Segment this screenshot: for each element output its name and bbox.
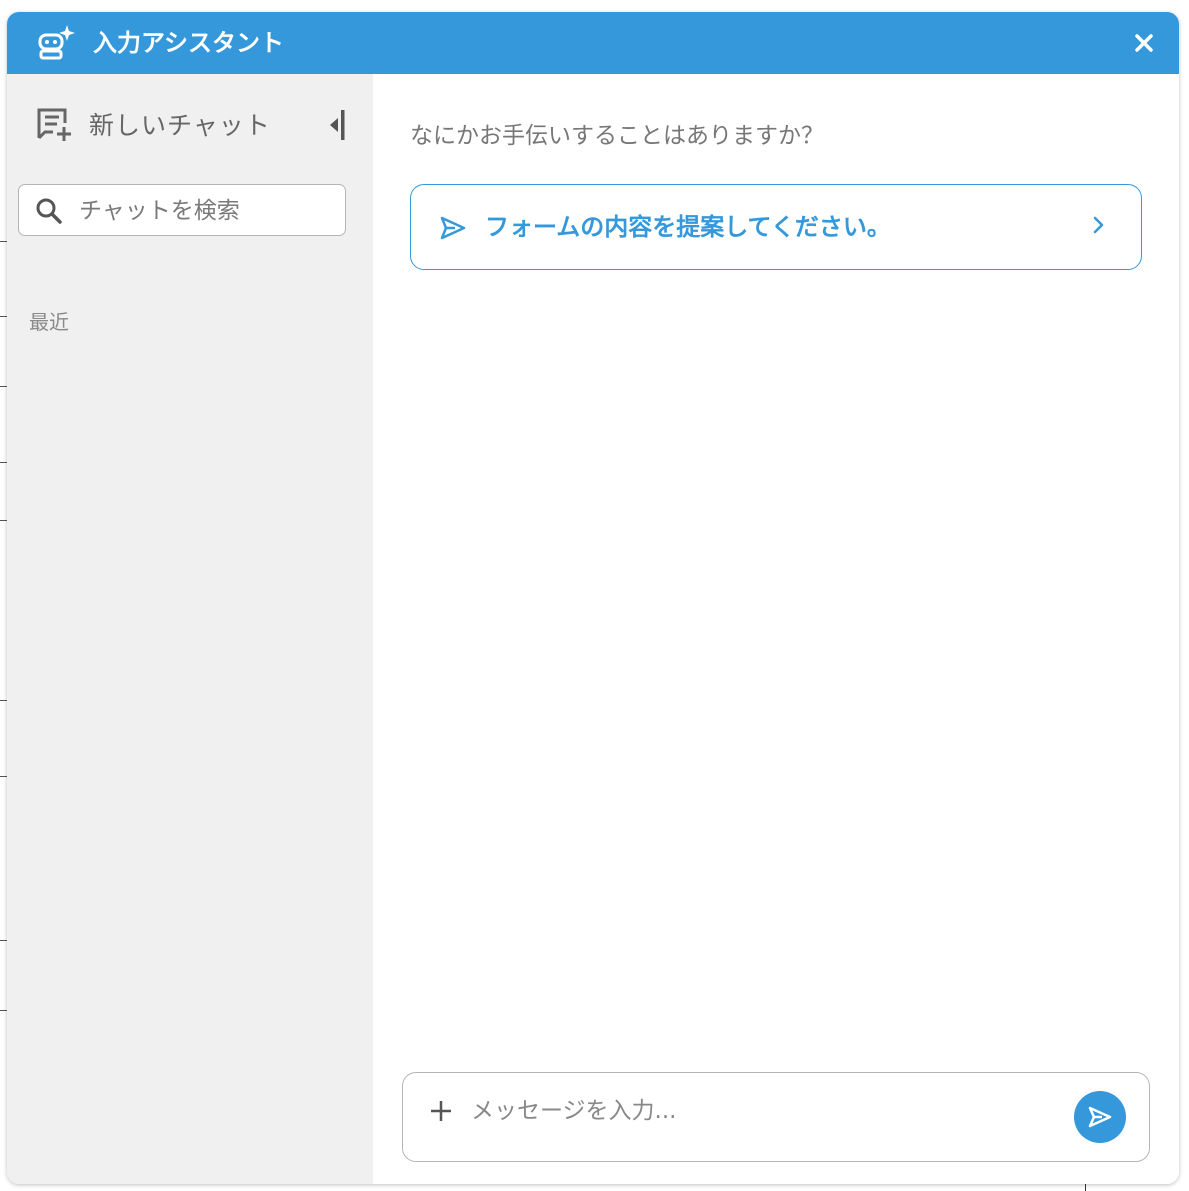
plus-icon[interactable] — [427, 1097, 455, 1125]
collapse-sidebar-icon[interactable] — [325, 108, 349, 142]
new-chat-button[interactable]: 新しいチャット — [35, 104, 271, 144]
message-composer — [402, 1072, 1150, 1162]
new-chat-label: 新しいチャット — [89, 111, 271, 140]
chevron-right-icon — [1093, 216, 1104, 234]
search-icon — [36, 198, 62, 224]
greeting-text: なにかお手伝いすることはありますか？ — [410, 123, 824, 149]
send-button[interactable] — [1074, 1091, 1126, 1143]
backdrop-line — [1085, 1184, 1086, 1191]
chat-main: なにかお手伝いすることはありますか？ フォームの内容を提案してください。 — [373, 74, 1179, 1184]
chat-sidebar: 新しいチャット 最近 — [7, 74, 373, 1184]
chat-search-box — [18, 184, 346, 236]
send-icon — [440, 216, 466, 240]
assistant-dialog: 入力アシスタント 新しいチャット チャットを検索 最近 なにかお手伝いすることは… — [7, 12, 1179, 1184]
dialog-title: 入力アシスタント — [93, 29, 285, 57]
message-input[interactable] — [469, 1089, 1053, 1133]
robot-sparkle-icon — [38, 25, 75, 60]
close-icon[interactable] — [1129, 28, 1159, 58]
send-icon — [1088, 1106, 1112, 1128]
suggestion-button[interactable]: フォームの内容を提案してください。 — [410, 184, 1142, 270]
title-bar: 入力アシスタント — [7, 12, 1179, 74]
chat-search-input[interactable] — [77, 191, 341, 231]
new-chat-icon — [37, 108, 71, 141]
recent-section-label: 最近 — [29, 310, 69, 334]
suggestion-label: フォームの内容を提案してください。 — [485, 213, 891, 241]
